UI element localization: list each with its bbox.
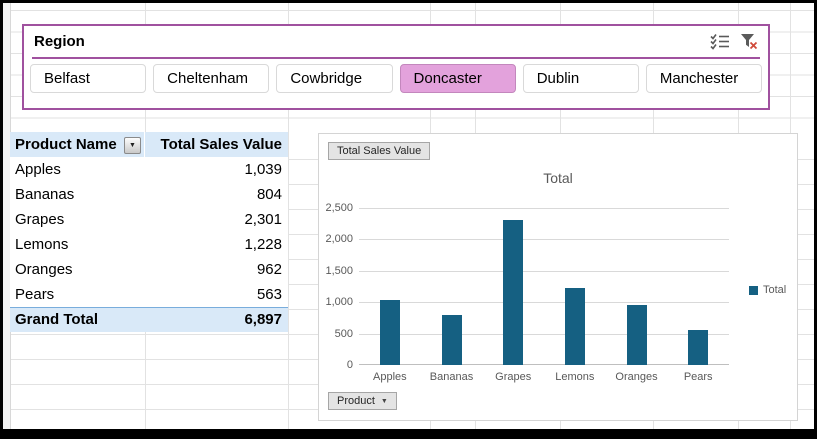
value-cell[interactable]: 1,228 (145, 232, 288, 257)
table-row: Apples 1,039 (10, 157, 288, 182)
slicer-header-divider (32, 57, 760, 59)
product-cell[interactable]: Pears (10, 282, 145, 307)
y-tick-label: 500 (334, 328, 353, 340)
pivot-header-value[interactable]: Total Sales Value (145, 132, 288, 157)
category-label: Pears (683, 371, 713, 383)
value-cell[interactable]: 1,039 (145, 157, 288, 182)
category-label: Oranges (615, 371, 658, 383)
category-label: Bananas (429, 371, 474, 383)
bar-bananas (441, 315, 462, 365)
pivot-header-row: Product Name ▼ Total Sales Value (10, 132, 288, 157)
slicer-item-belfast[interactable]: Belfast (30, 64, 147, 93)
chart-title: Total (543, 170, 573, 186)
pivot-header-product[interactable]: Product Name ▼ (10, 132, 145, 157)
multi-select-icon[interactable] (710, 33, 730, 50)
value-cell[interactable]: 563 (145, 282, 288, 307)
grand-total-label[interactable]: Grand Total (10, 308, 145, 332)
legend-label: Total (763, 284, 787, 296)
bar-apples (379, 300, 400, 365)
product-cell[interactable]: Lemons (10, 232, 145, 257)
y-tick-label: 2,500 (325, 202, 353, 214)
category-label: Grapes (495, 371, 532, 383)
slicer-item-dublin[interactable]: Dublin (522, 64, 639, 93)
value-cell[interactable]: 962 (145, 257, 288, 282)
product-cell[interactable]: Apples (10, 157, 145, 182)
pivot-chart[interactable]: Total Sales Value Total 2,500 2,000 1,50… (318, 133, 798, 421)
slicer-item-doncaster[interactable]: Doncaster (399, 64, 516, 93)
bar-pears (688, 330, 709, 365)
grand-total-value[interactable]: 6,897 (145, 308, 288, 332)
excel-sheet: Region Belfast Cheltenham Cowbridge Donc… (3, 3, 814, 429)
value-cell[interactable]: 804 (145, 182, 288, 207)
bar-oranges (626, 305, 647, 365)
axis-field-label: Product (337, 395, 375, 407)
category-label: Lemons (555, 371, 595, 383)
product-cell[interactable]: Oranges (10, 257, 145, 282)
category-axis-labels: Apples Bananas Grapes Lemons Oranges Pea… (359, 371, 729, 383)
slicer-item-manchester[interactable]: Manchester (645, 64, 763, 93)
filter-dropdown-icon[interactable]: ▼ (124, 137, 141, 154)
slicer-item-cheltenham[interactable]: Cheltenham (153, 64, 270, 93)
screenshot-frame: Region Belfast Cheltenham Cowbridge Donc… (0, 0, 817, 439)
axis-field-button[interactable]: Product ▼ (328, 392, 397, 410)
table-row: Pears 563 (10, 282, 288, 307)
value-cell[interactable]: 2,301 (145, 207, 288, 232)
table-row: Lemons 1,228 (10, 232, 288, 257)
pivot-table: Product Name ▼ Total Sales Value Apples … (10, 132, 288, 332)
slicer-title: Region (34, 33, 85, 50)
slicer-buttons-row: Belfast Cheltenham Cowbridge Doncaster D… (30, 64, 763, 93)
product-cell[interactable]: Grapes (10, 207, 145, 232)
value-field-button[interactable]: Total Sales Value (328, 142, 431, 160)
pivot-header-product-label: Product Name (15, 136, 117, 153)
y-tick-label: 1,000 (325, 296, 353, 308)
table-row: Oranges 962 (10, 257, 288, 282)
product-cell[interactable]: Bananas (10, 182, 145, 207)
bar-lemons (564, 288, 585, 365)
slicer-item-cowbridge[interactable]: Cowbridge (276, 64, 393, 93)
y-tick-label: 1,500 (325, 265, 353, 277)
region-slicer: Region Belfast Cheltenham Cowbridge Donc… (22, 24, 770, 110)
grand-total-row: Grand Total 6,897 (10, 307, 288, 332)
bar-series (359, 208, 729, 365)
bar-grapes (503, 220, 524, 365)
dropdown-arrow-icon: ▼ (380, 397, 388, 405)
y-tick-label: 2,000 (325, 233, 353, 245)
chart-legend: Total (749, 284, 786, 296)
clear-filter-icon[interactable] (739, 33, 759, 50)
category-label: Apples (373, 371, 407, 383)
legend-swatch-icon (749, 285, 758, 295)
table-row: Bananas 804 (10, 182, 288, 207)
y-tick-label: 0 (346, 359, 353, 371)
table-row: Grapes 2,301 (10, 207, 288, 232)
